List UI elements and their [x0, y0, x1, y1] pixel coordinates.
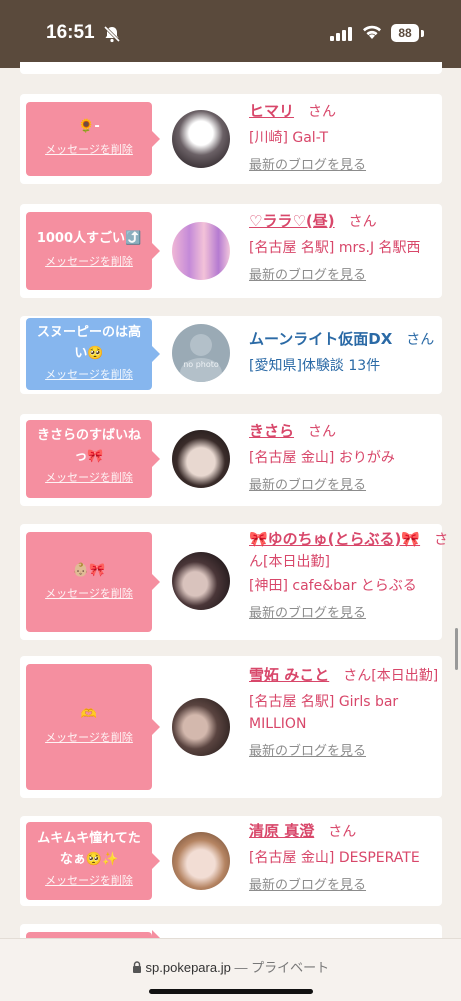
profile-name-link[interactable]: ヒマリ: [249, 102, 294, 120]
message-bubble: 🌻- メッセージを削除: [26, 102, 160, 176]
message-card: 1000人すごい⤴️ メッセージを削除 ♡ララ♡(昼) さん [名古屋 名駅] …: [20, 204, 442, 298]
message-bubble: きさらのすばいねっ🎀 メッセージを削除: [26, 420, 160, 498]
honorific: さん: [406, 332, 435, 348]
honorific: さん: [308, 424, 337, 440]
shop-label: [名古屋 金山] おりがみ: [249, 450, 395, 466]
delete-message-link[interactable]: メッセージを削除: [26, 141, 152, 157]
honorific: さん: [348, 214, 377, 230]
profile-info: 清原 真澄 さん [名古屋 金山] DESPERATE 最新のブログを見る: [249, 820, 449, 897]
message-card: 👶🏼🎀 メッセージを削除 🎀ゆのちゅ(とらぶる)🎀 さん[本日出勤] [神田] …: [20, 524, 448, 640]
url-display[interactable]: sp.pokepara.jp — プライベート: [0, 957, 461, 976]
shop-label: [名古屋 名駅] Girls bar MILLION: [249, 694, 399, 732]
delete-message-link[interactable]: メッセージを削除: [26, 366, 152, 382]
home-indicator[interactable]: [149, 989, 313, 994]
message-card: スヌーピーのは高い🥺 メッセージを削除 no photo ムーンライト仮面DX …: [20, 316, 442, 394]
profile-info: ムーンライト仮面DX さん [愛知県]体験談 13件: [249, 328, 449, 377]
honorific: さん[本日出勤]: [343, 668, 439, 684]
url-separator: —: [234, 960, 248, 975]
profile-name-link[interactable]: 雪妬 みこと: [249, 666, 329, 684]
message-text: 1000人すごい⤴️: [36, 231, 142, 246]
message-card: 🌻- メッセージを削除 ヒマリ さん [川崎] Gal-T 最新のブログを見る: [20, 94, 442, 184]
no-photo-silhouette: [190, 334, 212, 356]
message-text: きさらのすばいねっ🎀: [36, 428, 141, 464]
message-bubble: スヌーピーのは高い🥺 メッセージを削除: [26, 318, 160, 390]
profile-info: ♡ララ♡(昼) さん [名古屋 名駅] mrs.J 名駅西 最新のブログを見る: [249, 210, 449, 287]
profile-name-link[interactable]: 🎀ゆのちゅ(とらぶる)🎀: [249, 530, 420, 548]
no-photo-label: no photo: [183, 360, 219, 369]
avatar[interactable]: [172, 430, 230, 488]
avatar[interactable]: [172, 552, 230, 610]
profile-info: ヒマリ さん [川崎] Gal-T 最新のブログを見る: [249, 100, 439, 177]
profile-info: 雪妬 みこと さん[本日出勤] [名古屋 名駅] Girls bar MILLI…: [249, 664, 449, 763]
message-text: 👶🏼🎀: [72, 563, 106, 578]
message-card: きさらのすばいねっ🎀 メッセージを削除 きさら さん [名古屋 金山] おりがみ…: [20, 414, 442, 506]
avatar[interactable]: no photo: [172, 324, 230, 382]
message-bubble: 1000人すごい⤴️ メッセージを削除: [26, 212, 160, 290]
shop-label: [名古屋 金山] DESPERATE: [249, 850, 420, 866]
delete-message-link[interactable]: メッセージを削除: [26, 469, 152, 485]
message-text: スヌーピーのは高い🥺: [36, 325, 141, 361]
status-bar: 16:51 88: [0, 0, 461, 68]
avatar[interactable]: [172, 222, 230, 280]
profile-name-link[interactable]: ♡ララ♡(昼): [249, 212, 335, 230]
latest-blog-link[interactable]: 最新のブログを見る: [249, 475, 449, 497]
scrollbar-thumb[interactable]: [455, 628, 458, 670]
latest-blog-link[interactable]: 最新のブログを見る: [249, 155, 439, 177]
message-text: 🫶: [80, 707, 98, 722]
silent-bell-icon: [103, 25, 121, 47]
latest-blog-link[interactable]: 最新のブログを見る: [249, 875, 449, 897]
cellular-signal-icon: [330, 26, 352, 45]
wifi-icon: [362, 24, 382, 44]
battery-indicator: 88: [391, 24, 419, 42]
message-card: 🫶 メッセージを削除 雪妬 みこと さん[本日出勤] [名古屋 名駅] Girl…: [20, 656, 442, 798]
latest-blog-link[interactable]: 最新のブログを見る: [249, 603, 449, 625]
message-bubble: 👶🏼🎀 メッセージを削除: [26, 532, 160, 632]
battery-nub: [421, 30, 424, 37]
avatar[interactable]: [172, 110, 230, 168]
shop-label: [名古屋 名駅] mrs.J 名駅西: [249, 240, 421, 256]
honorific: さん: [328, 824, 357, 840]
shop-label: [神田] cafe&bar とらぶる: [249, 578, 417, 594]
message-card: ムキムキ憧れてたなぁ🥺✨ メッセージを削除 清原 真澄 さん [名古屋 金山] …: [20, 816, 442, 906]
shop-label: [川崎] Gal-T: [249, 130, 329, 146]
profile-name-link[interactable]: ムーンライト仮面DX: [249, 330, 392, 348]
message-text: 🌻-: [78, 119, 100, 134]
profile-name-link[interactable]: きさら: [249, 422, 294, 440]
delete-message-link[interactable]: メッセージを削除: [26, 872, 152, 888]
profile-info: きさら さん [名古屋 金山] おりがみ 最新のブログを見る: [249, 420, 449, 497]
message-bubble: ムキムキ憧れてたなぁ🥺✨ メッセージを削除: [26, 822, 160, 900]
lock-icon: [132, 960, 146, 975]
private-mode-label: プライベート: [251, 960, 330, 975]
url-text: sp.pokepara.jp: [145, 960, 231, 975]
message-bubble: 🫶 メッセージを削除: [26, 664, 160, 790]
clock: 16:51: [46, 22, 95, 43]
avatar[interactable]: [172, 698, 230, 756]
honorific: さん: [308, 104, 337, 120]
previous-card-edge: [20, 62, 442, 74]
latest-blog-link[interactable]: 最新のブログを見る: [249, 741, 449, 763]
profile-info: 🎀ゆのちゅ(とらぶる)🎀 さん[本日出勤] [神田] cafe&bar とらぶる…: [249, 528, 449, 625]
avatar[interactable]: [172, 832, 230, 890]
delete-message-link[interactable]: メッセージを削除: [26, 729, 152, 745]
shop-label: [愛知県]体験談 13件: [249, 358, 381, 374]
delete-message-link[interactable]: メッセージを削除: [26, 585, 152, 601]
delete-message-link[interactable]: メッセージを削除: [26, 253, 152, 269]
message-text: ムキムキ憧れてたなぁ🥺✨: [37, 831, 141, 867]
profile-name-link[interactable]: 清原 真澄: [249, 822, 314, 840]
latest-blog-link[interactable]: 最新のブログを見る: [249, 265, 449, 287]
browser-address-bar[interactable]: sp.pokepara.jp — プライベート: [0, 938, 461, 1001]
